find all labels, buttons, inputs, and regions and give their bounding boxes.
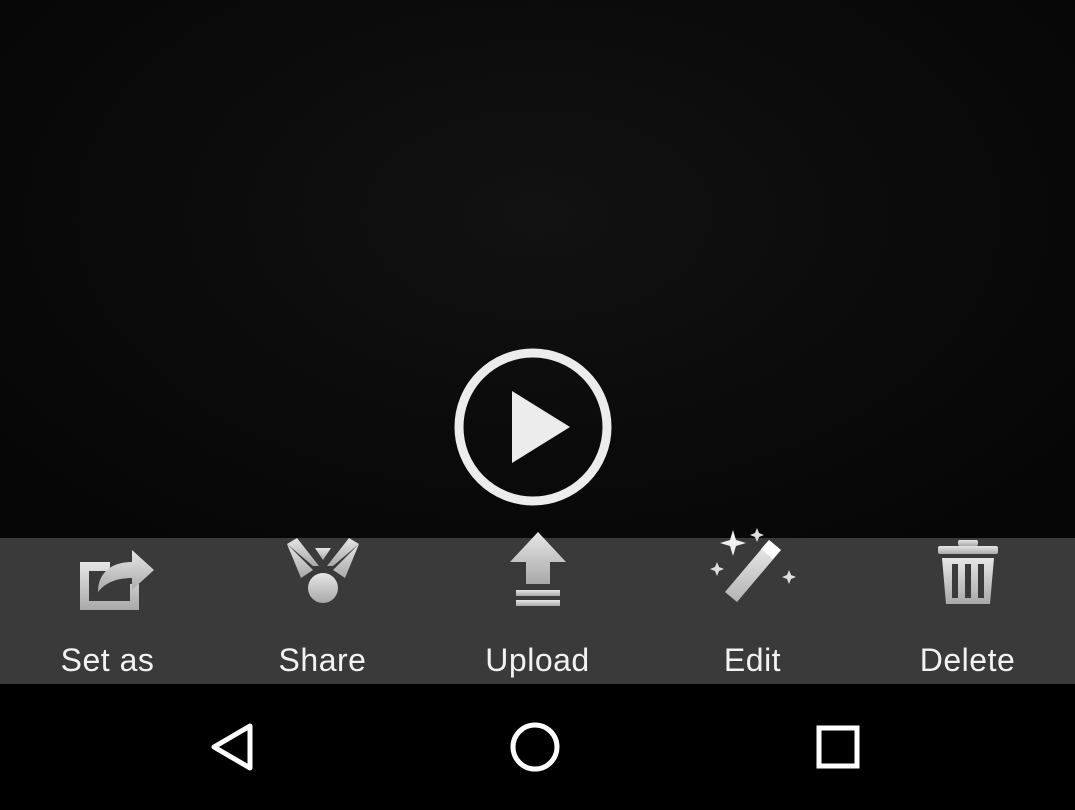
upload-icon [509, 532, 566, 606]
recents-square-icon [816, 725, 860, 769]
edit-label: Edit [723, 642, 782, 678]
screen: Set as Share Upload Edit Delete [0, 0, 1075, 810]
navigation-bar [0, 684, 1075, 810]
play-circle-icon [454, 348, 612, 506]
share-button[interactable]: Share [215, 538, 430, 684]
play-button[interactable] [452, 346, 614, 508]
action-bar: Set as Share Upload Edit Delete [0, 528, 1075, 684]
delete-label: Delete [919, 642, 1016, 678]
back-button[interactable] [200, 714, 270, 780]
set-as-button[interactable]: Set as [0, 538, 215, 684]
home-circle-icon [510, 722, 560, 772]
upload-button[interactable]: Upload [430, 532, 645, 684]
set-as-icon [79, 550, 154, 610]
share-label: Share [278, 642, 367, 678]
share-icon [286, 538, 359, 603]
recents-button[interactable] [803, 714, 873, 780]
upload-label: Upload [485, 642, 590, 678]
delete-button[interactable]: Delete [860, 538, 1075, 684]
video-preview[interactable] [0, 0, 1075, 538]
back-triangle-icon [211, 723, 253, 771]
magic-wand-icon [709, 528, 796, 602]
edit-button[interactable]: Edit [645, 528, 860, 684]
set-as-label: Set as [60, 642, 155, 678]
trash-icon [937, 540, 998, 604]
home-button[interactable] [500, 714, 570, 780]
